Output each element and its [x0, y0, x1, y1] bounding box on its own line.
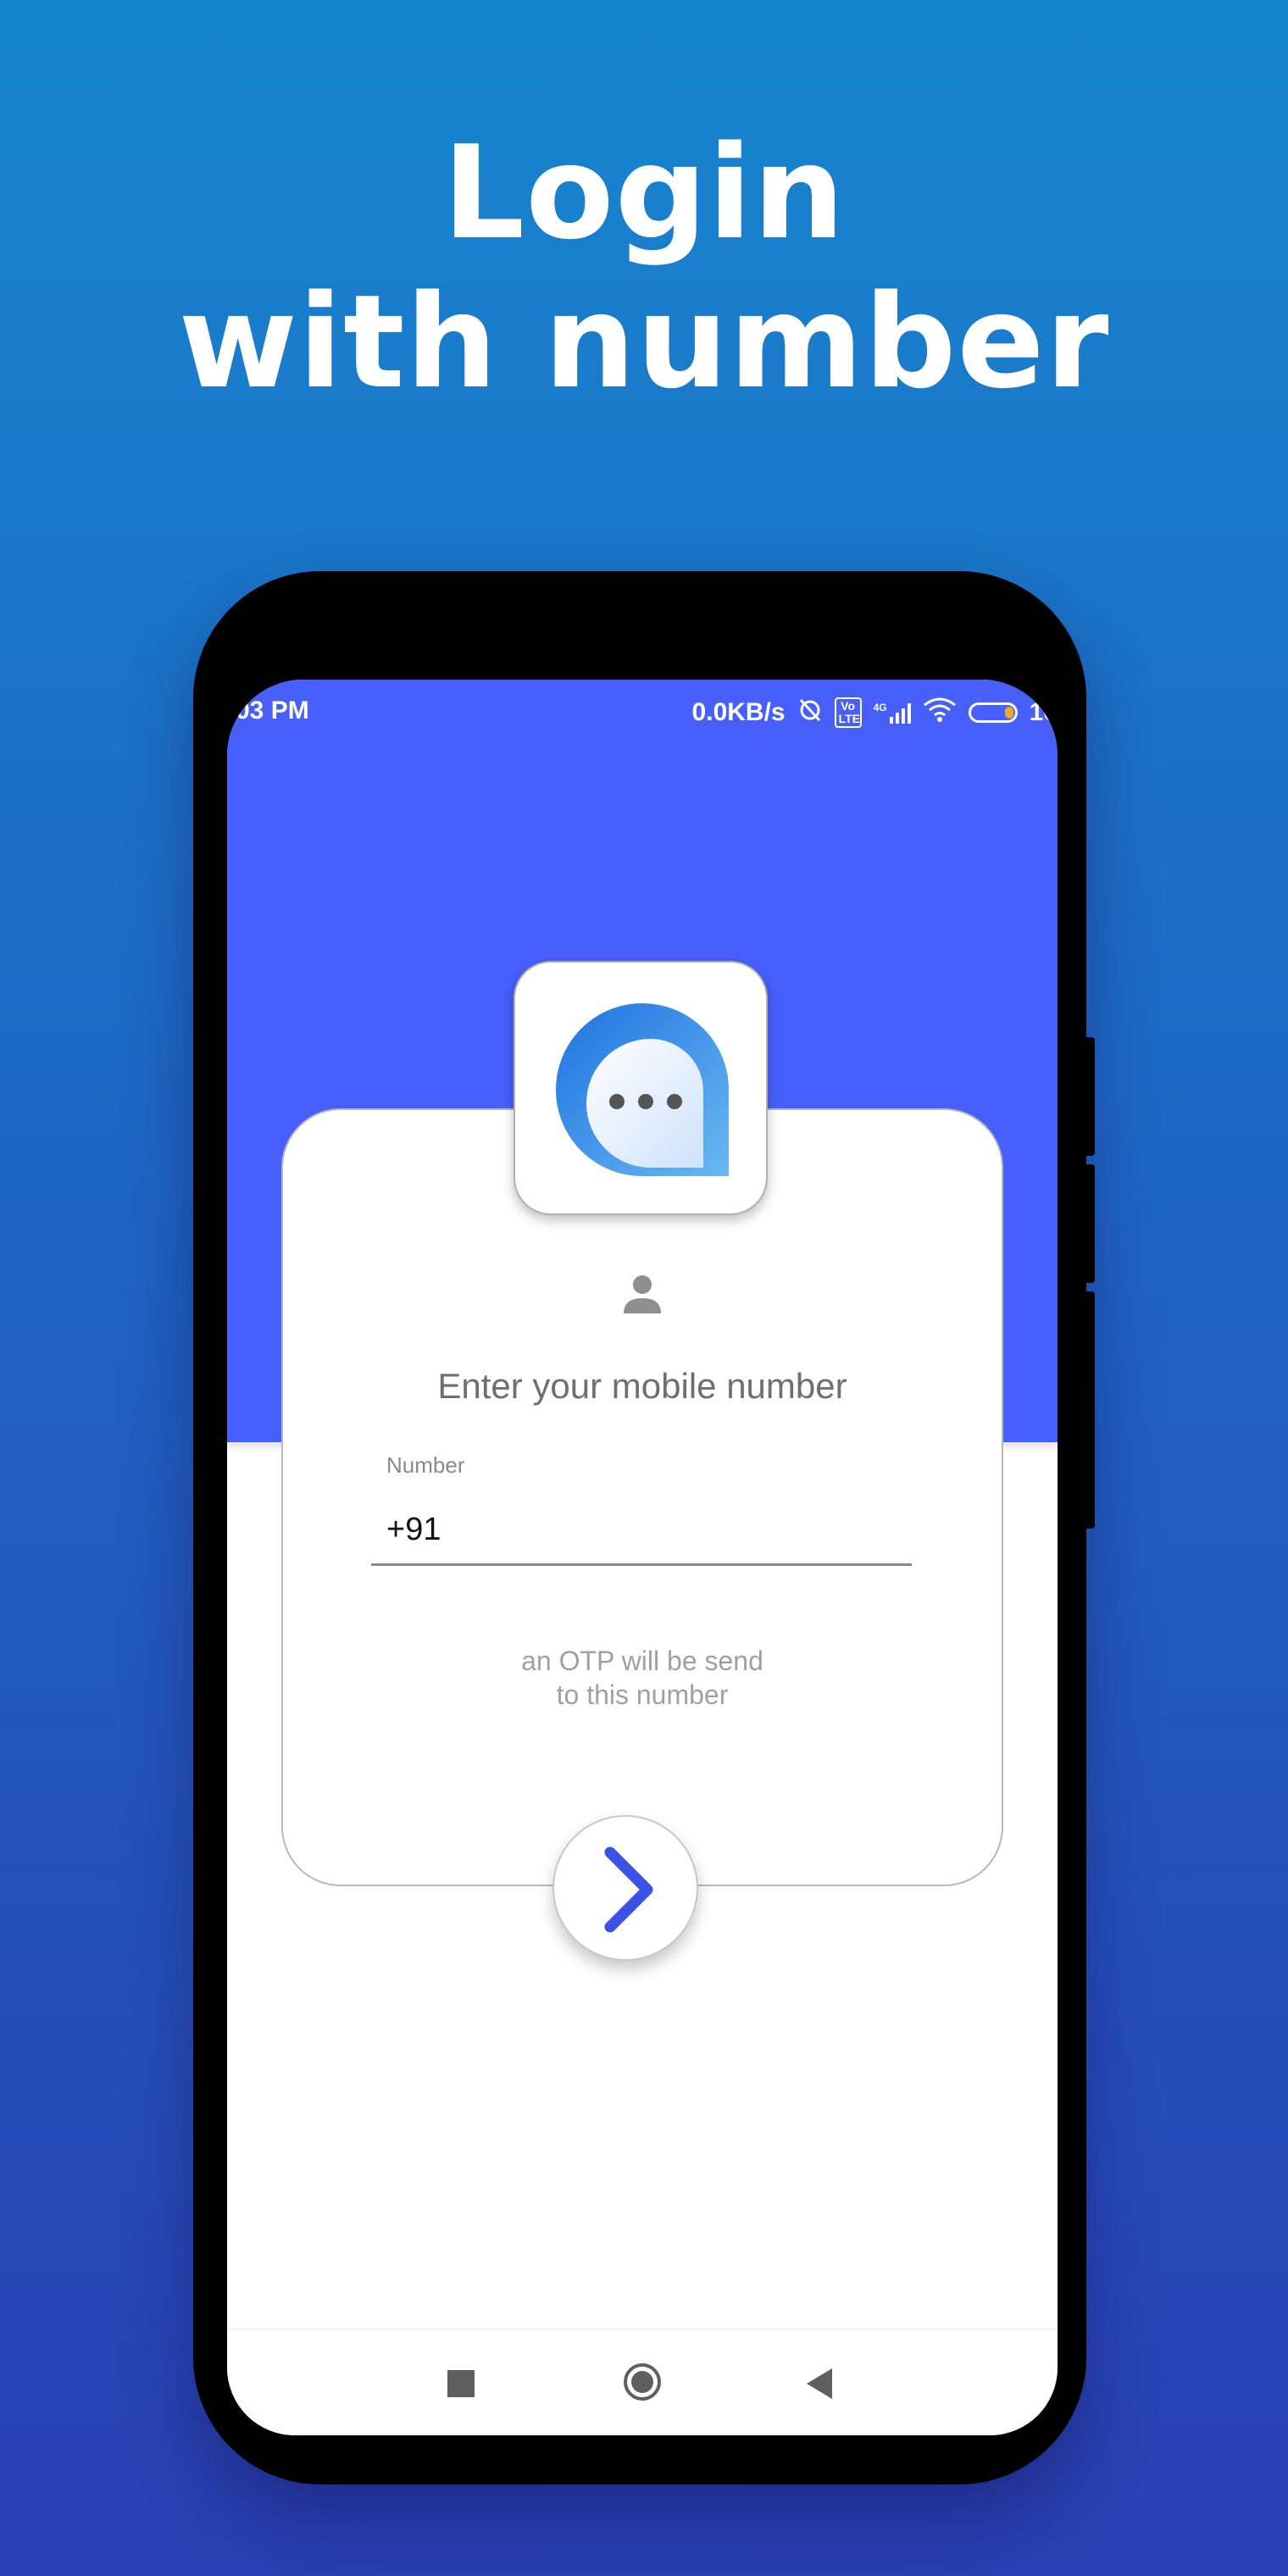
phone-screen: :03 PM 0.0KB/s Vo LTE 4G 16 Enter your m… — [227, 680, 1058, 2435]
number-field[interactable] — [371, 1496, 912, 1566]
wifi-icon — [923, 697, 957, 729]
alarm-off-icon — [797, 697, 823, 729]
navigation-bar — [227, 2329, 1058, 2435]
otp-note-line2: to this number — [556, 1679, 729, 1710]
app-logo — [514, 961, 768, 1215]
volume-up-button — [1081, 1037, 1095, 1156]
number-field-label: Number — [386, 1452, 465, 1478]
home-icon[interactable] — [624, 2363, 661, 2401]
battery-icon — [968, 702, 1018, 723]
power-button — [1081, 1291, 1095, 1529]
next-button[interactable] — [552, 1815, 698, 1961]
back-icon[interactable] — [807, 2368, 832, 2399]
status-time: :03 PM — [227, 697, 309, 724]
signal-icon: 4G — [874, 702, 911, 724]
chat-bubble-icon — [556, 1003, 729, 1176]
volte-icon: Vo LTE — [834, 697, 862, 728]
status-speed: 0.0KB/s — [691, 698, 786, 726]
promo-title: Login with number — [0, 119, 1288, 417]
person-icon — [624, 1275, 661, 1313]
promo-title-line2: with number — [178, 267, 1110, 417]
login-prompt: Enter your mobile number — [437, 1366, 847, 1406]
promo-title-line1: Login — [442, 118, 846, 268]
otp-note-line1: an OTP will be send — [521, 1646, 763, 1676]
network-type: 4G — [873, 702, 887, 713]
status-bar: :03 PM 0.0KB/s Vo LTE 4G 16 — [227, 680, 1058, 741]
otp-note: an OTP will be send to this number — [227, 1644, 1058, 1712]
recents-icon[interactable] — [447, 2370, 475, 2397]
chevron-right-icon — [604, 1846, 653, 1933]
battery-level: 16 — [1029, 698, 1058, 726]
volume-down-button — [1081, 1164, 1095, 1283]
